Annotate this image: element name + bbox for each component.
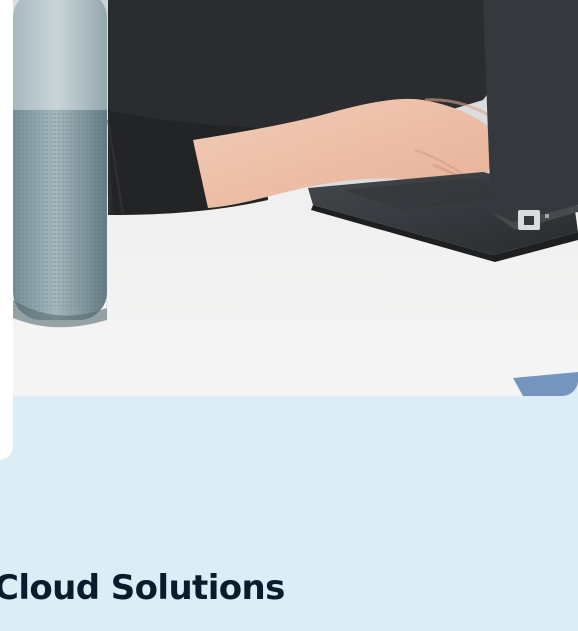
side-card xyxy=(0,0,13,460)
page: Cloud Solutions xyxy=(0,0,578,631)
laptop-photo-illustration xyxy=(13,0,578,396)
section-title: Cloud Solutions xyxy=(0,568,285,608)
hero-photo xyxy=(13,0,578,396)
